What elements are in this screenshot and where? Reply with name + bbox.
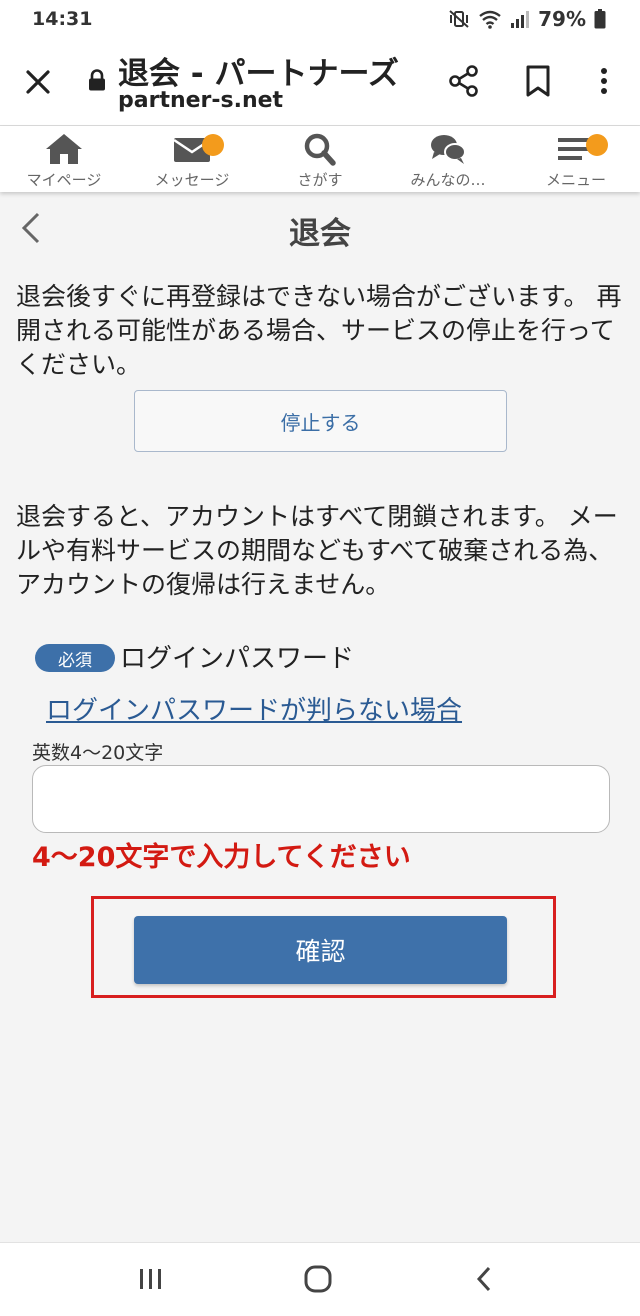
browser-url[interactable]: partner-s.net: [118, 88, 283, 113]
stop-service-button[interactable]: 停止する: [134, 390, 507, 452]
signal-icon: [511, 11, 530, 28]
required-badge: 必須: [35, 644, 115, 672]
notification-badge: [202, 134, 224, 156]
nav-label: さがす: [297, 171, 343, 189]
nav-label: メニュー: [545, 171, 606, 189]
system-nav-bar: [0, 1242, 640, 1316]
more-vert-icon[interactable]: [592, 64, 616, 98]
nav-item-menu[interactable]: メニュー: [512, 126, 640, 192]
chat-icon: [431, 135, 466, 164]
status-bar: 14:31 79%: [0, 0, 640, 38]
nav-item-community[interactable]: みんなの…: [384, 126, 512, 192]
page-title: 退会: [289, 216, 351, 252]
password-field-label: ログインパスワード: [120, 644, 355, 674]
nav-label: マイページ: [26, 171, 102, 189]
bookmark-icon[interactable]: [524, 64, 552, 98]
recent-apps-icon[interactable]: [138, 1265, 164, 1293]
search-icon: [304, 133, 336, 166]
battery-level: 79%: [538, 7, 586, 31]
nav-item-search[interactable]: さがす: [256, 126, 384, 192]
share-icon[interactable]: [447, 64, 481, 98]
browser-page-title: 退会 - パートナーズ: [118, 56, 399, 92]
status-icons: 79%: [448, 7, 606, 31]
password-input-hint: 英数4～20文字: [32, 742, 164, 764]
site-nav: マイページ メッセージ さがす みんなの… メニュー: [0, 126, 640, 192]
notification-badge: [586, 134, 608, 156]
password-input[interactable]: [32, 765, 610, 833]
mute-vibrate-icon: [449, 10, 469, 28]
notice-reregister: 退会後すぐに再登録はできない場合がございます。 再開される可能性がある場合、サー…: [16, 282, 622, 379]
nav-item-mypage[interactable]: マイページ: [0, 126, 128, 192]
home-button-icon[interactable]: [303, 1265, 333, 1293]
nav-label: メッセージ: [154, 171, 230, 189]
status-time: 14:31: [32, 8, 93, 30]
battery-icon: [594, 9, 606, 29]
forgot-password-link[interactable]: ログインパスワードが判らない場合: [46, 690, 462, 727]
browser-toolbar: 退会 - パートナーズ partner-s.net: [0, 38, 640, 126]
wifi-icon: [479, 10, 501, 29]
back-button-icon[interactable]: [474, 1265, 494, 1293]
confirm-button[interactable]: 確認: [134, 916, 507, 984]
lock-icon: [89, 69, 105, 91]
notice-account-closure: 退会すると、アカウントはすべて閉鎖されます。 メールや有料サービスの期間などもす…: [16, 502, 618, 599]
nav-label: みんなの…: [410, 171, 486, 189]
password-error-message: 4～20文字で入力してください: [32, 842, 411, 873]
close-icon[interactable]: [22, 66, 54, 98]
home-icon: [46, 134, 82, 164]
nav-item-messages[interactable]: メッセージ: [128, 126, 256, 192]
